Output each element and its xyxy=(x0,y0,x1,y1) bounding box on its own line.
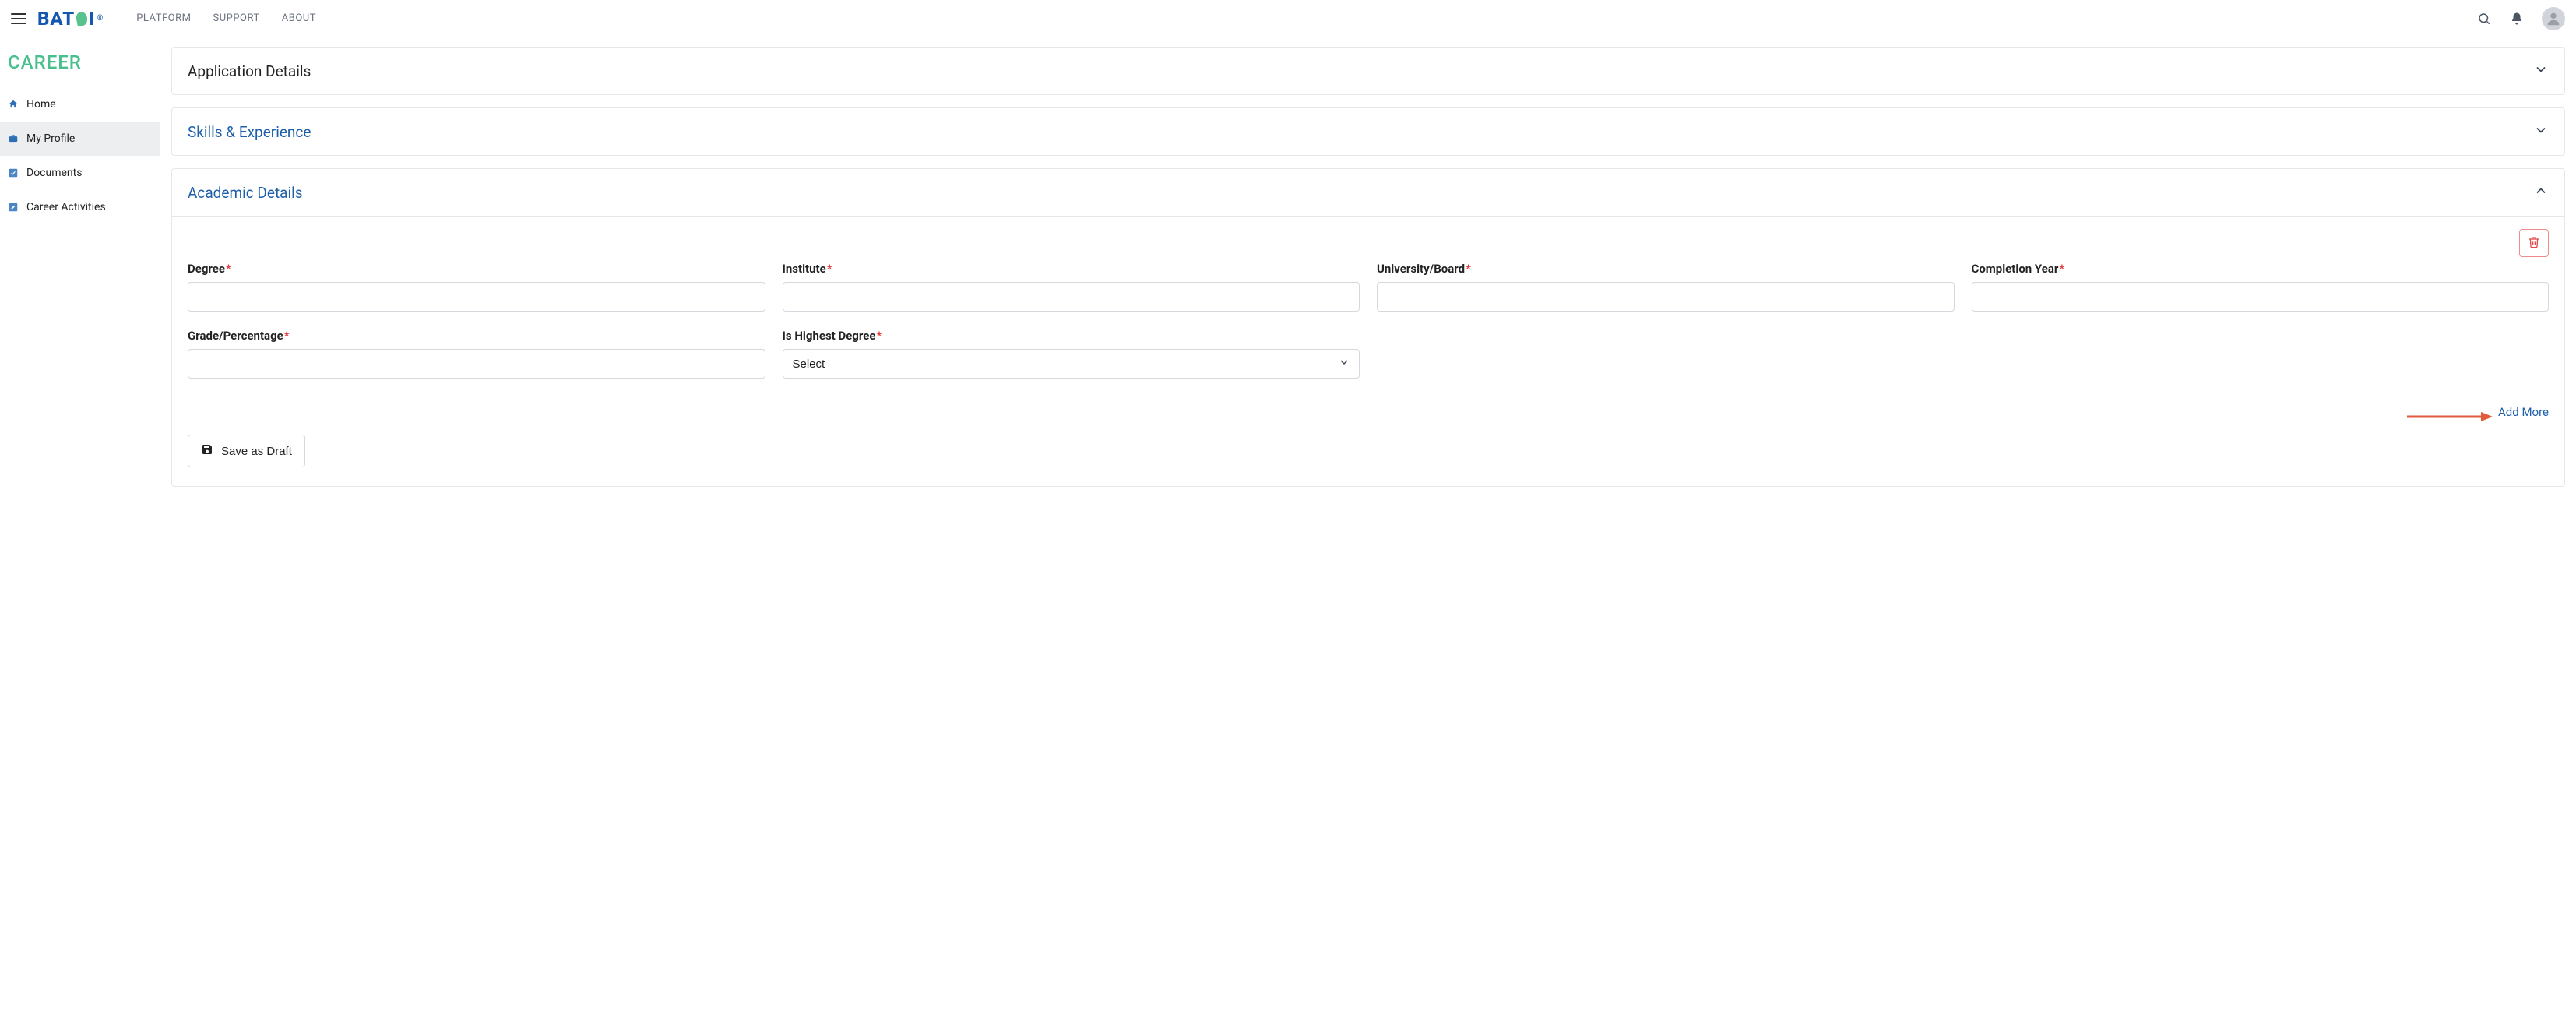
sidebar-item-label: Home xyxy=(26,98,56,111)
completion-year-input[interactable] xyxy=(1972,282,2550,312)
main-layout: CAREER Home My Profile Documents Career … xyxy=(0,37,2576,1011)
degree-input[interactable] xyxy=(188,282,765,312)
card-application-details: Application Details xyxy=(171,47,2565,95)
field-institute: Institute* xyxy=(783,262,1360,312)
bell-icon[interactable] xyxy=(2509,11,2525,26)
save-button-label: Save as Draft xyxy=(221,445,292,458)
chevron-up-icon xyxy=(2533,183,2549,202)
sidebar-item-career-activities[interactable]: Career Activities xyxy=(0,190,160,224)
label-institute: Institute* xyxy=(783,262,1360,276)
topnav-platform[interactable]: PLATFORM xyxy=(136,12,191,24)
checkbox-icon xyxy=(8,167,19,178)
save-icon xyxy=(201,443,213,459)
field-university: University/Board* xyxy=(1377,262,1955,312)
chevron-down-icon xyxy=(2533,62,2549,80)
card-header-academic-details[interactable]: Academic Details xyxy=(172,169,2564,216)
required-marker: * xyxy=(1466,262,1471,276)
required-marker: * xyxy=(226,262,231,276)
home-icon xyxy=(8,99,19,110)
brand-registered: ® xyxy=(97,14,104,23)
topnav-about[interactable]: ABOUT xyxy=(282,12,316,24)
sidebar-item-my-profile[interactable]: My Profile xyxy=(0,122,160,156)
sidebar: CAREER Home My Profile Documents Career … xyxy=(0,37,160,1011)
sidebar-item-documents[interactable]: Documents xyxy=(0,156,160,190)
required-marker: * xyxy=(827,262,832,276)
topbar: BAT I ® PLATFORM SUPPORT ABOUT xyxy=(0,0,2576,37)
brand-text-right: I xyxy=(89,8,95,30)
brand-text-left: BAT xyxy=(37,8,75,30)
topbar-left: BAT I ® PLATFORM SUPPORT ABOUT xyxy=(11,8,316,30)
delete-row xyxy=(188,229,2549,257)
trash-icon xyxy=(2528,236,2540,251)
field-degree: Degree* xyxy=(188,262,765,312)
card-skills-experience: Skills & Experience xyxy=(171,107,2565,156)
label-text: Degree xyxy=(188,262,225,276)
topnav-support[interactable]: SUPPORT xyxy=(213,12,259,24)
field-highest-degree: Is Highest Degree* Select xyxy=(783,329,1360,379)
field-grade: Grade/Percentage* xyxy=(188,329,765,379)
label-text: University/Board xyxy=(1377,262,1465,276)
label-degree: Degree* xyxy=(188,262,765,276)
label-university: University/Board* xyxy=(1377,262,1955,276)
highest-degree-select[interactable]: Select xyxy=(783,349,1360,379)
edit-icon xyxy=(8,202,19,213)
save-as-draft-button[interactable]: Save as Draft xyxy=(188,435,305,467)
topbar-right xyxy=(2476,7,2565,30)
university-input[interactable] xyxy=(1377,282,1955,312)
leaf-icon xyxy=(76,10,89,26)
sidebar-item-home[interactable]: Home xyxy=(0,87,160,122)
label-highest-degree: Is Highest Degree* xyxy=(783,329,1360,343)
card-academic-details: Academic Details Degree* xyxy=(171,168,2565,487)
add-more-row: Add More xyxy=(188,405,2549,419)
card-body-academic-details: Degree* Institute* University/Board* Com… xyxy=(172,216,2564,486)
academic-form-grid: Degree* Institute* University/Board* Com… xyxy=(188,262,2549,379)
institute-input[interactable] xyxy=(783,282,1360,312)
sidebar-item-label: Documents xyxy=(26,167,82,179)
content-area: Application Details Skills & Experience … xyxy=(160,37,2576,1011)
sidebar-item-label: My Profile xyxy=(26,132,75,145)
module-title: CAREER xyxy=(0,48,160,87)
required-marker: * xyxy=(284,329,290,343)
field-completion-year: Completion Year* xyxy=(1972,262,2550,312)
label-text: Institute xyxy=(783,262,826,276)
delete-entry-button[interactable] xyxy=(2519,229,2549,257)
label-text: Completion Year xyxy=(1972,262,2059,276)
card-header-application-details[interactable]: Application Details xyxy=(172,48,2564,94)
avatar[interactable] xyxy=(2542,7,2565,30)
card-header-skills-experience[interactable]: Skills & Experience xyxy=(172,108,2564,155)
hamburger-menu-icon[interactable] xyxy=(11,13,26,24)
card-title: Academic Details xyxy=(188,184,303,202)
chevron-down-icon xyxy=(2533,122,2549,141)
add-more-link[interactable]: Add More xyxy=(2498,405,2549,419)
brand-logo[interactable]: BAT I ® xyxy=(37,8,104,30)
label-completion-year: Completion Year* xyxy=(1972,262,2550,276)
highest-degree-select-wrap: Select xyxy=(783,349,1360,379)
label-text: Grade/Percentage xyxy=(188,329,283,343)
sidebar-item-label: Career Activities xyxy=(26,201,106,213)
grade-input[interactable] xyxy=(188,349,765,379)
arrow-annotation-icon xyxy=(2407,410,2493,424)
required-marker: * xyxy=(876,329,882,343)
required-marker: * xyxy=(2059,262,2064,276)
top-nav: PLATFORM SUPPORT ABOUT xyxy=(136,12,316,24)
label-text: Is Highest Degree xyxy=(783,329,876,343)
card-title: Skills & Experience xyxy=(188,123,311,141)
briefcase-icon xyxy=(8,133,19,144)
search-icon[interactable] xyxy=(2476,11,2492,26)
label-grade: Grade/Percentage* xyxy=(188,329,765,343)
card-title: Application Details xyxy=(188,62,311,80)
